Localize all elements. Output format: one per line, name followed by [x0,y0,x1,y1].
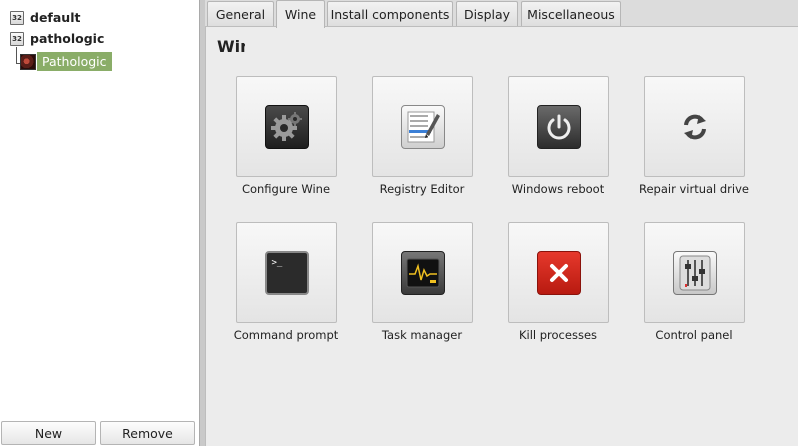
tab-display[interactable]: Display [456,1,518,26]
new-button[interactable]: New [1,421,96,445]
tool-label: Registry Editor [379,182,465,196]
task-manager-button[interactable] [372,222,473,323]
tree-item-pathologic[interactable]: 32 pathologic [10,29,104,48]
tab-bar: General Wine Install components Display … [205,0,798,28]
kill-processes-button[interactable] [508,222,609,323]
registry-editor-icon [400,104,445,149]
tree-item-pathologic-app[interactable]: Pathologic [20,52,112,71]
tool-label: Command prompt [233,328,339,342]
tool-label: Kill processes [518,328,598,342]
prefix-tree-panel: 32 default 32 pathologic Pathologic New … [0,0,199,446]
control-panel-button[interactable] [644,222,745,323]
terminal-icon: >_ [264,250,309,295]
tab-install-components[interactable]: Install components [327,1,453,26]
repair-virtual-drive-button[interactable] [644,76,745,177]
32bit-badge-icon: 32 [10,10,24,25]
refresh-icon [673,105,717,149]
wine-tab-content: Wine Configure Wine [205,26,798,446]
kill-icon [536,250,581,295]
command-prompt-button[interactable]: >_ [236,222,337,323]
tool-label: Windows reboot [511,182,605,196]
app-icon [20,53,36,70]
power-icon [536,104,581,149]
tree-item-label-selected: Pathologic [37,52,112,71]
gear-icon [264,104,309,149]
tab-general[interactable]: General [207,1,274,26]
tree-item-label: pathologic [30,31,105,46]
registry-editor-button[interactable] [372,76,473,177]
tree-item-default[interactable]: 32 default [10,8,80,27]
tool-label: Repair virtual drive [638,182,749,196]
tool-label: Control panel [655,328,733,342]
tree-item-label: default [30,10,81,25]
control-panel-icon [672,250,717,295]
tool-label: Task manager [381,328,463,342]
task-manager-icon [400,250,445,295]
windows-reboot-button[interactable] [508,76,609,177]
section-title: Wine [217,37,245,56]
tree-connector [16,47,17,64]
configure-wine-button[interactable] [236,76,337,177]
tab-miscellaneous[interactable]: Miscellaneous [521,1,621,26]
tool-label: Configure Wine [241,182,331,196]
32bit-badge-icon: 32 [10,31,24,46]
tab-wine[interactable]: Wine [276,0,325,28]
remove-button[interactable]: Remove [100,421,195,445]
